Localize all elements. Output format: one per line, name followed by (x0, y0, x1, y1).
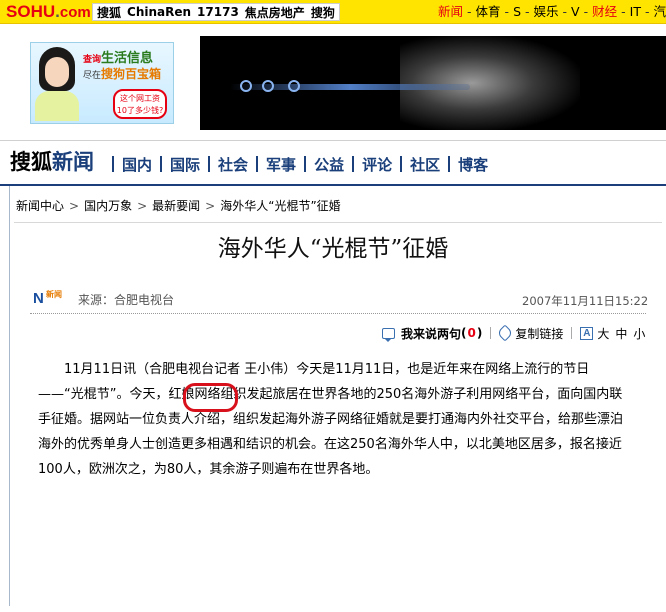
comment-paren-close: ) (476, 326, 483, 340)
channel-separator: - (583, 4, 589, 19)
site-links: 搜狐 ChinaRen 17173 焦点房地产 搜狗 (92, 3, 340, 21)
breadcrumb-latest[interactable]: 最新要闻 (152, 199, 200, 213)
channel-links: 新闻-体育-S-娱乐-V-财经-IT-汽车 (438, 4, 666, 20)
article-datetime: 2007年11月11日15:22 (522, 294, 649, 308)
channel-news[interactable]: 新闻 (438, 4, 463, 19)
brand-sohu: 搜狐 (10, 150, 52, 174)
ad-bubble: 这个网工资 10了多少钱? (113, 89, 167, 119)
channel-business[interactable]: 财经 (592, 4, 617, 19)
channel-separator: - (621, 4, 626, 19)
channel-separator: - (467, 4, 472, 19)
nav-item-domestic[interactable]: 国内 (122, 154, 152, 175)
nav-item-community[interactable]: 社区 (410, 154, 440, 175)
channel-s[interactable]: S (513, 4, 521, 19)
sohu-logo[interactable]: SOHU.com (6, 2, 91, 22)
font-size-large[interactable]: 大 (597, 325, 609, 342)
logo-part-hu: HU (30, 2, 56, 21)
ad-woman-image (35, 47, 79, 121)
article-paragraph: 11月11日讯（合肥电视台记者 王小伟）今天是11月11日，也是近年来在网络上流… (38, 362, 624, 477)
brand-news: 新闻 (52, 150, 94, 174)
site-link-chinaren[interactable]: ChinaRen (127, 5, 191, 19)
comment-paren-open: ( (461, 326, 467, 340)
site-link-sogou[interactable]: 搜狗 (311, 4, 335, 21)
nav-item-blog[interactable]: 博客 (458, 154, 488, 175)
font-size-small[interactable]: 小 (633, 325, 645, 342)
article-source: 来源：合肥电视台 (78, 293, 175, 307)
main-nav: 国内 国际 社会 军事 公益 评论 社区 博客 (112, 152, 488, 176)
breadcrumb-separator: > (69, 199, 80, 213)
channel-separator: - (562, 4, 568, 19)
divider (0, 140, 666, 141)
red-circle-annotation (183, 383, 238, 412)
breadcrumb-domestic[interactable]: 国内万象 (84, 199, 132, 213)
divider (30, 313, 646, 314)
article-title: 海外华人“光棍节”征婚 (217, 236, 449, 262)
site-link-17173[interactable]: 17173 (197, 5, 239, 19)
comment-icon (382, 327, 395, 342)
channel-separator: - (504, 4, 510, 19)
top-bar: SOHU.com 搜狐 ChinaRen 17173 焦点房地产 搜狗 新闻 - 体… (0, 0, 666, 24)
article-tools: 我来说两句 (0) 复制链接 A 大 中 小 (382, 324, 645, 342)
breadcrumb-separator: > (205, 199, 216, 213)
channel-sports[interactable]: 体育 (476, 4, 501, 19)
logo-part-com: com (59, 4, 91, 21)
sogou-ad[interactable]: 查询生活信息 尽在搜狗百宝箱 这个网工资 10了多少钱? (30, 42, 174, 124)
logo-part-so: SO (6, 2, 31, 21)
nav-item-opinion[interactable]: 评论 (362, 154, 392, 175)
ad-subline: 尽在搜狗百宝箱 (83, 67, 162, 81)
font-size-icon: A (580, 326, 594, 340)
nav-item-military[interactable]: 军事 (266, 154, 296, 175)
banner-ad[interactable] (200, 36, 666, 130)
copy-link-button[interactable]: 复制链接 (515, 325, 563, 342)
channel-auto[interactable]: 汽车 (654, 4, 666, 19)
nav-item-charity[interactable]: 公益 (314, 154, 344, 175)
channel-ent[interactable]: 娱乐 (534, 4, 559, 19)
ad-headline: 查询生活信息 (83, 51, 154, 66)
divider (14, 222, 662, 223)
article-body: 11月11日讯（合肥电视台记者 王小伟）今天是11月11日，也是近年来在网络上流… (38, 357, 634, 482)
breadcrumb-separator: > (137, 199, 148, 213)
sohu-news-brand[interactable]: 搜狐新闻 (10, 148, 94, 176)
channel-separator: - (525, 4, 530, 19)
breadcrumb: 新闻中心 > 国内万象 > 最新要闻 > 海外华人“光棍节”征婚 (16, 198, 341, 214)
comment-count: 0 (467, 326, 476, 340)
font-size-medium[interactable]: 中 (615, 325, 627, 342)
comment-link[interactable]: 我来说两句 (401, 325, 461, 342)
breadcrumb-current: 海外华人“光棍节”征婚 (220, 199, 341, 213)
news-tv-logo: N 新闻 (33, 290, 62, 307)
link-icon (496, 324, 514, 342)
channel-separator: - (644, 4, 650, 19)
site-link-sohu[interactable]: 搜狐 (97, 4, 121, 21)
channel-v[interactable]: V (571, 4, 580, 19)
site-link-focus[interactable]: 焦点房地产 (245, 4, 305, 21)
nav-item-society[interactable]: 社会 (218, 154, 248, 175)
channel-it[interactable]: IT (630, 4, 641, 19)
breadcrumb-news-center[interactable]: 新闻中心 (16, 199, 64, 213)
nav-item-international[interactable]: 国际 (170, 154, 200, 175)
